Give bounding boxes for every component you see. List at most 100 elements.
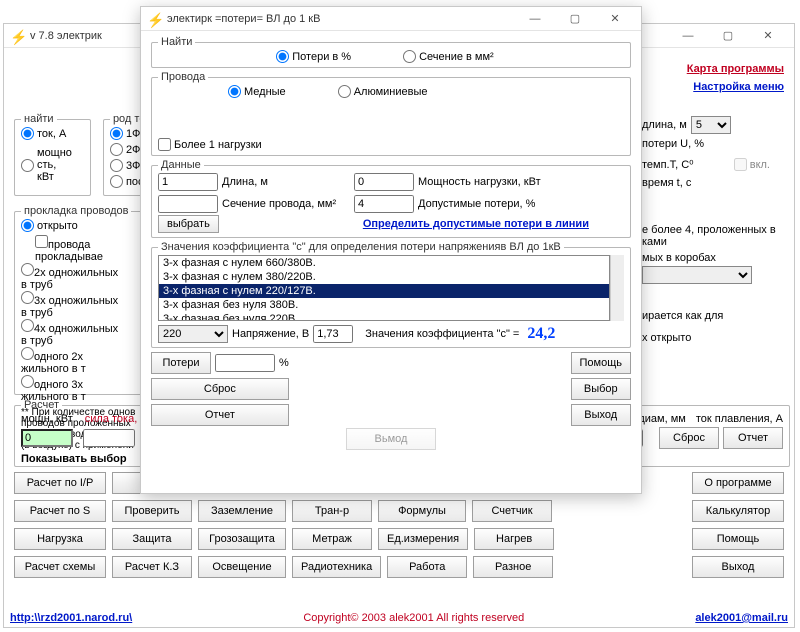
power-field[interactable] — [354, 173, 414, 191]
program-map-link[interactable]: Карта программы — [687, 60, 784, 78]
units-button[interactable]: Ед.измерения — [378, 528, 468, 550]
protection-button[interactable]: Защита — [112, 528, 192, 550]
list-item[interactable]: 3-х фазная с нулем 660/380В. — [159, 256, 609, 270]
voltage-combo[interactable]: 220 — [158, 325, 228, 343]
section-label: Сечение провода, мм² — [222, 198, 350, 210]
light-button[interactable]: Освещение — [198, 556, 286, 578]
sila-field[interactable] — [83, 429, 135, 447]
reset-button[interactable]: Сброс — [151, 378, 289, 400]
modal-find-group: Найти Потери в % Сечение в мм² — [151, 36, 631, 68]
list-item[interactable]: 3-х фазная без нуля 220В. — [159, 312, 609, 321]
partial-exit-button[interactable]: Вьмод — [346, 428, 436, 450]
phase3-radio[interactable]: 3Ф — [110, 159, 140, 172]
select-button[interactable]: Выбор — [571, 378, 632, 400]
wr1: е более 4, проложенных в — [642, 224, 782, 236]
modal-find-legend: Найти — [158, 36, 195, 48]
sila-label: сила тока, А — [85, 413, 148, 425]
calc-ip-button[interactable]: Расчет по I/P — [14, 472, 106, 494]
coef-legend: Значения коэффициента "c" для определени… — [158, 241, 564, 253]
lightning-button[interactable]: Грозозащита — [198, 528, 286, 550]
menu-setup-link[interactable]: Настройка меню — [687, 78, 784, 96]
calc-report-button[interactable]: Отчет — [723, 427, 783, 449]
modal-data-group: Данные Длина, м Мощность нагрузки, кВт С… — [151, 159, 631, 238]
loss-label: потери U, % — [642, 138, 704, 150]
phase1-radio[interactable]: 1Ф — [110, 127, 140, 140]
minimize-button[interactable]: — — [668, 26, 708, 46]
temp-label: темп.T, C⁰ — [642, 158, 694, 171]
vkl-check[interactable]: вкл. — [734, 158, 770, 171]
list-scrollbar[interactable] — [610, 255, 624, 321]
loss-result-field[interactable] — [215, 354, 275, 372]
modal-minimize-button[interactable]: — — [515, 9, 555, 29]
list-item[interactable]: 3-х фазная с нулем 380/220В. — [159, 270, 609, 284]
exit-button[interactable]: Выход — [692, 556, 784, 578]
modal-exit-button[interactable]: Выход — [571, 404, 632, 426]
tokpl-label: ток плавления, А — [696, 413, 783, 425]
radio-button[interactable]: Радиотехника — [292, 556, 381, 578]
box-combo[interactable] — [642, 266, 752, 284]
report-button[interactable]: Отчет — [151, 404, 289, 426]
help-button[interactable]: Помощь — [692, 528, 784, 550]
wiring-group: прокладка проводов открыто провода прокл… — [14, 205, 144, 395]
work-button[interactable]: Работа — [387, 556, 467, 578]
w3s-radio[interactable]: 3х одножильных в труб — [21, 291, 125, 319]
counter-button[interactable]: Счетчик — [472, 500, 552, 522]
phase2-radio[interactable]: 2Ф — [110, 143, 140, 156]
length-field[interactable] — [158, 173, 218, 191]
tok-radio[interactable]: ток, А — [21, 127, 66, 140]
w1d2-radio[interactable]: одного 2х жильного в т — [21, 347, 125, 375]
check-button[interactable]: Проверить — [112, 500, 192, 522]
cable-check[interactable]: провода прокладывае — [35, 235, 125, 263]
calc-reset-button[interactable]: Сброс — [659, 427, 719, 449]
ground-button[interactable]: Заземление — [198, 500, 286, 522]
section-mm-radio[interactable]: Сечение в мм² — [403, 50, 494, 63]
formulas-button[interactable]: Формулы — [378, 500, 466, 522]
open-radio[interactable]: открыто — [21, 219, 78, 232]
copper-radio[interactable]: Медные — [228, 85, 286, 98]
coef-value: 24,2 — [527, 325, 555, 343]
power-radio[interactable]: мощно сть, кВт — [21, 147, 72, 183]
modal-help-button[interactable]: Помощь — [571, 352, 632, 374]
coef173-field[interactable] — [313, 325, 353, 343]
loss-button[interactable]: Потери — [151, 352, 211, 374]
coef-group: Значения коэффициента "c" для определени… — [151, 241, 631, 348]
w4s-radio[interactable]: 4х одножильных в труб — [21, 319, 125, 347]
define-loss-link[interactable]: Определить допустимые потери в линии — [363, 218, 589, 230]
wr3: мых в коробах — [642, 252, 782, 264]
aluminum-radio[interactable]: Алюминиевые — [338, 85, 428, 98]
pick-button[interactable]: выбрать — [158, 215, 219, 233]
list-item[interactable]: 3-х фазная без нуля 380В. — [159, 298, 609, 312]
load-button[interactable]: Нагрузка — [14, 528, 106, 550]
kz-button[interactable]: Расчет К.З — [112, 556, 192, 578]
calc-s-button[interactable]: Расчет по S — [14, 500, 106, 522]
calculator-button[interactable]: Калькулятор — [692, 500, 784, 522]
maximize-button[interactable]: ▢ — [708, 26, 748, 46]
moschn-label: мощн, кВт — [21, 413, 73, 425]
find-group: найти ток, А мощно сть, кВт — [14, 113, 91, 196]
list-item[interactable]: 3-х фазная с нулем 220/127В. — [159, 284, 609, 298]
loss-pct-radio[interactable]: Потери в % — [276, 50, 351, 63]
modal-close-button[interactable]: ✕ — [595, 9, 635, 29]
footer: http:\\rzd2001.narod.ru\ Copyright© 2003… — [4, 612, 794, 624]
coef-list[interactable]: 3-х фазная с нулем 660/380В. 3-х фазная … — [158, 255, 610, 321]
length-combo[interactable]: 5 — [691, 116, 731, 134]
metr-button[interactable]: Метраж — [292, 528, 372, 550]
allowed-loss-field[interactable] — [354, 195, 414, 213]
misc-button[interactable]: Разное — [473, 556, 553, 578]
wiring-legend: прокладка проводов — [21, 205, 131, 217]
modal-title: электирк =потери= ВЛ до 1 кВ — [167, 13, 515, 25]
footer-url[interactable]: http:\\rzd2001.narod.ru\ — [10, 612, 132, 624]
heat-button[interactable]: Нагрев — [474, 528, 554, 550]
close-button[interactable]: ✕ — [748, 26, 788, 46]
section-field[interactable] — [158, 195, 218, 213]
coef-label: Значения коэффициента "c" = — [365, 328, 519, 340]
moschn-field[interactable] — [21, 429, 73, 447]
footer-email[interactable]: alek2001@mail.ru — [695, 612, 788, 624]
w2s-radio[interactable]: 2х одножильных в труб — [21, 263, 125, 291]
wr2: ками — [642, 236, 782, 248]
about-button[interactable]: О программе — [692, 472, 784, 494]
tranp-button[interactable]: Тран-р — [292, 500, 372, 522]
scheme-button[interactable]: Расчет схемы — [14, 556, 106, 578]
more-load-check[interactable]: Более 1 нагрузки — [158, 138, 262, 151]
modal-maximize-button[interactable]: ▢ — [555, 9, 595, 29]
